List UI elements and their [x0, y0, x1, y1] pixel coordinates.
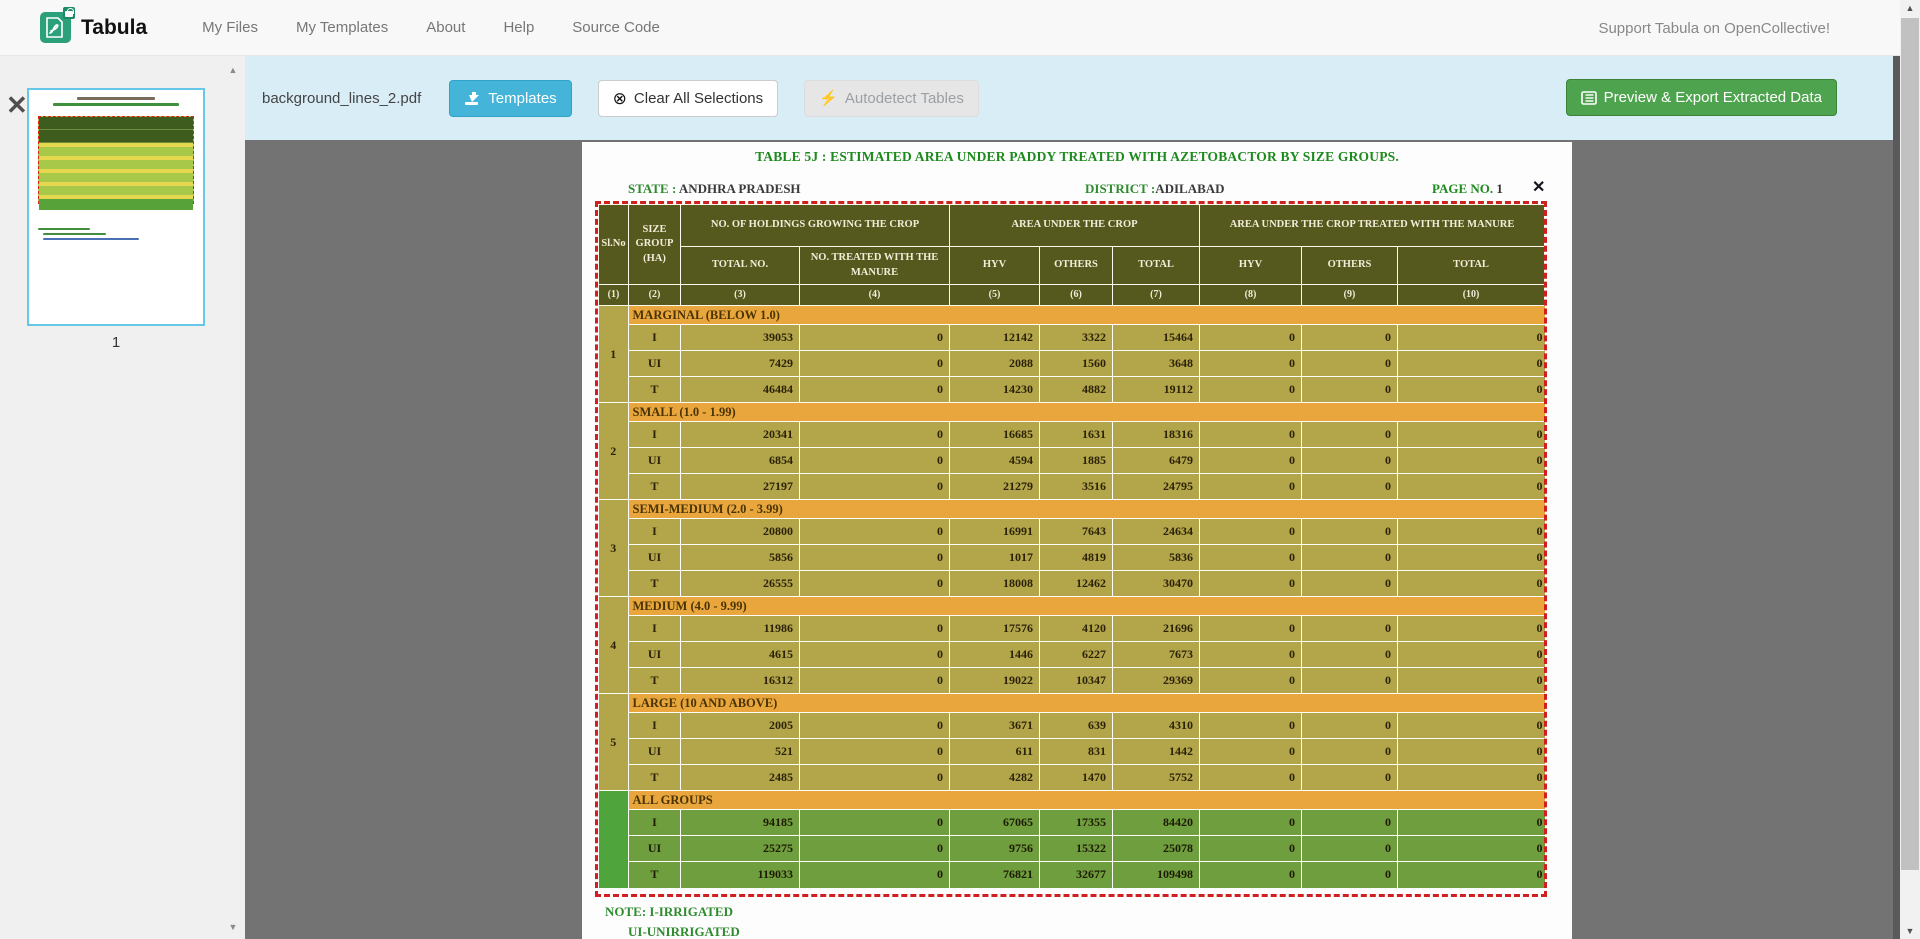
- templates-button-label: Templates: [488, 90, 556, 107]
- sidebar-scroll-down-icon[interactable]: ▼: [222, 919, 244, 935]
- state-field: STATE : ANDHRA PRADESH: [628, 181, 801, 197]
- autodetect-tables-button[interactable]: ⚡ Autodetect Tables: [804, 80, 979, 117]
- window-scrollbar[interactable]: ▲ ▼: [1900, 0, 1920, 939]
- nav-item-source-code[interactable]: Source Code: [553, 19, 679, 36]
- table-selection-region[interactable]: [595, 201, 1547, 897]
- page-number-label: 1: [27, 334, 205, 351]
- note-line: NOTE: I-IRRIGATED: [605, 904, 733, 920]
- selection-close-button[interactable]: ✕: [1532, 180, 1545, 196]
- top-navbar: Tabula My FilesMy TemplatesAboutHelpSour…: [0, 0, 1920, 56]
- thumb-title-line: [77, 97, 155, 100]
- template-import-icon: [464, 91, 481, 106]
- pdf-page[interactable]: TABLE 5J : ESTIMATED AREA UNDER PADDY TR…: [582, 142, 1572, 939]
- note-line: UI-UNIRRIGATED: [628, 924, 740, 939]
- preview-export-button[interactable]: Preview & Export Extracted Data: [1566, 79, 1837, 116]
- tabula-app: Tabula My FilesMy TemplatesAboutHelpSour…: [0, 0, 1920, 939]
- district-field: DISTRICT :ADILABAD: [1085, 181, 1225, 197]
- page-1-thumbnail[interactable]: [27, 88, 205, 326]
- clear-button-label: Clear All Selections: [634, 90, 763, 107]
- sidebar-scroll-up-icon[interactable]: ▲: [222, 62, 244, 78]
- page-no-field: PAGE NO. 1: [1432, 181, 1503, 197]
- support-link[interactable]: Support Tabula on OpenCollective!: [1598, 0, 1830, 56]
- tabula-logo-icon[interactable]: [40, 12, 71, 43]
- document-filename: background_lines_2.pdf: [262, 90, 421, 107]
- templates-button[interactable]: Templates: [449, 80, 571, 117]
- nav-item-my-files[interactable]: My Files: [183, 19, 277, 36]
- page-thumbnails-sidebar: ✕ 1 ▲ ▼: [0, 56, 245, 939]
- document-meta-row: STATE : ANDHRA PRADESH DISTRICT :ADILABA…: [582, 181, 1572, 199]
- autodetect-button-label: Autodetect Tables: [845, 90, 964, 107]
- nav-item-about[interactable]: About: [407, 19, 484, 36]
- nav-item-my-templates[interactable]: My Templates: [277, 19, 407, 36]
- export-button-label: Preview & Export Extracted Data: [1604, 89, 1822, 106]
- brand-title[interactable]: Tabula: [81, 16, 147, 40]
- document-toolbar: background_lines_2.pdf Templates ⊗ Clear…: [245, 56, 1893, 140]
- table-list-icon: [1581, 91, 1597, 105]
- clear-all-selections-button[interactable]: ⊗ Clear All Selections: [598, 80, 778, 117]
- lock-icon: [63, 7, 75, 19]
- scroll-down-arrow-icon[interactable]: ▼: [1900, 923, 1920, 939]
- window-scrollbar-thumb[interactable]: [1901, 18, 1919, 870]
- remove-page-button[interactable]: ✕: [6, 92, 28, 118]
- scroll-up-arrow-icon[interactable]: ▲: [1900, 0, 1920, 16]
- table-title: TABLE 5J : ESTIMATED AREA UNDER PADDY TR…: [582, 149, 1572, 165]
- thumb-subtitle-line: [53, 103, 178, 106]
- nav-menu: My FilesMy TemplatesAboutHelpSource Code: [183, 19, 679, 36]
- pdf-viewer-area: TABLE 5J : ESTIMATED AREA UNDER PADDY TR…: [245, 140, 1898, 939]
- thumb-note-line: [43, 233, 106, 235]
- thumb-note-line: [43, 238, 139, 240]
- circle-x-icon: ⊗: [613, 90, 627, 107]
- thumb-note-line: [38, 228, 90, 230]
- lightning-icon: ⚡: [819, 91, 838, 106]
- thumbnail-table-selection: [38, 116, 194, 204]
- nav-item-help[interactable]: Help: [484, 19, 553, 36]
- content-right-edge: [1893, 56, 1900, 939]
